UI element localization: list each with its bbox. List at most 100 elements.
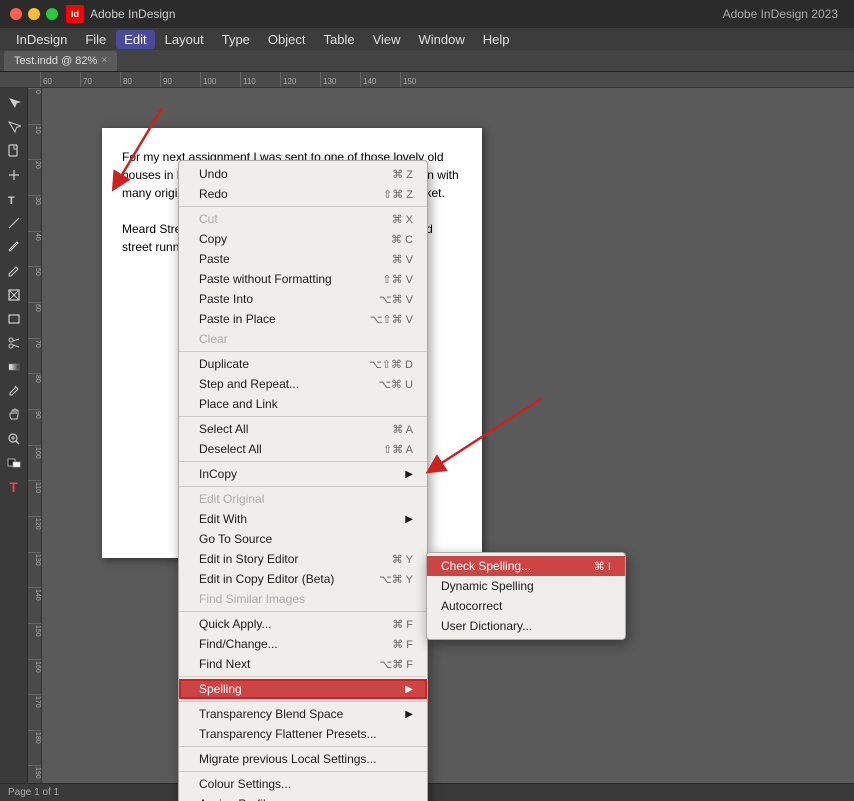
menu-item-undo[interactable]: Undo ⌘ Z [179, 164, 427, 184]
menu-item-cut[interactable]: Cut ⌘ X [179, 209, 427, 229]
ruler-v-60: 60 [28, 302, 41, 338]
menu-item-incopy[interactable]: InCopy ▶ [179, 464, 427, 484]
traffic-lights [10, 8, 58, 20]
page-tool[interactable] [3, 140, 25, 162]
ruler-mark: 100 [200, 72, 240, 87]
menu-sep-6 [179, 611, 427, 612]
menu-item-spelling[interactable]: Spelling ▶ [179, 679, 427, 699]
spelling-user-dictionary[interactable]: User Dictionary... [427, 616, 625, 636]
title-bar: Id Adobe InDesign Adobe InDesign 2023 [0, 0, 854, 28]
menu-item-clear[interactable]: Clear [179, 329, 427, 349]
menu-edit[interactable]: Edit [116, 30, 154, 49]
type-indicator: T [3, 476, 25, 498]
menu-item-paste[interactable]: Paste ⌘ V [179, 249, 427, 269]
eyedropper-tool[interactable] [3, 380, 25, 402]
menu-sep-1 [179, 206, 427, 207]
menu-item-paste-in-place[interactable]: Paste in Place ⌥⇧⌘ V [179, 309, 427, 329]
ruler-v-80: 80 [28, 373, 41, 409]
canvas-area[interactable]: For my next assignment I was sent to one… [42, 88, 854, 801]
menu-help[interactable]: Help [475, 30, 518, 49]
hand-tool[interactable] [3, 404, 25, 426]
menu-sep-2 [179, 351, 427, 352]
direct-selection-tool[interactable] [3, 116, 25, 138]
menu-window[interactable]: Window [411, 30, 473, 49]
menu-item-edit-copy-editor[interactable]: Edit in Copy Editor (Beta) ⌥⌘ Y [179, 569, 427, 589]
menu-item-quick-apply[interactable]: Quick Apply... ⌘ F [179, 614, 427, 634]
menu-file[interactable]: File [77, 30, 114, 49]
menu-item-find-similar[interactable]: Find Similar Images [179, 589, 427, 609]
main-area: T [0, 88, 854, 801]
pencil-tool[interactable] [3, 260, 25, 282]
edit-menu-dropdown: Undo ⌘ Z Redo ⇧⌘ Z Cut ⌘ X Copy ⌘ C Past… [178, 160, 428, 801]
menu-object[interactable]: Object [260, 30, 314, 49]
tab-test[interactable]: Test.indd @ 82% × [4, 51, 117, 71]
ruler-v-100: 100 [28, 445, 41, 481]
gap-tool[interactable] [3, 164, 25, 186]
text-tool[interactable]: T [3, 188, 25, 210]
ruler-v-150: 150 [28, 623, 41, 659]
menu-item-duplicate[interactable]: Duplicate ⌥⇧⌘ D [179, 354, 427, 374]
menu-item-edit-original[interactable]: Edit Original [179, 489, 427, 509]
ruler-marks: 60 70 80 90 100 110 120 130 140 150 [40, 72, 440, 87]
menu-item-edit-with[interactable]: Edit With ▶ [179, 509, 427, 529]
ruler-mark: 120 [280, 72, 320, 87]
menu-item-transparency-flattener[interactable]: Transparency Flattener Presets... [179, 724, 427, 744]
ruler-mark: 140 [360, 72, 400, 87]
tab-close-button[interactable]: × [101, 55, 107, 66]
menu-item-assign-profiles[interactable]: Assign Profiles... [179, 794, 427, 801]
menu-item-select-all[interactable]: Select All ⌘ A [179, 419, 427, 439]
menu-layout[interactable]: Layout [157, 30, 212, 49]
menu-item-step-repeat[interactable]: Step and Repeat... ⌥⌘ U [179, 374, 427, 394]
ruler-v-40: 40 [28, 231, 41, 267]
spelling-dynamic[interactable]: Dynamic Spelling [427, 576, 625, 596]
ruler-v-120: 120 [28, 516, 41, 552]
menu-item-copy[interactable]: Copy ⌘ C [179, 229, 427, 249]
menu-item-edit-story[interactable]: Edit in Story Editor ⌘ Y [179, 549, 427, 569]
gradient-tool[interactable] [3, 356, 25, 378]
menu-item-colour-settings[interactable]: Colour Settings... [179, 774, 427, 794]
ruler-v-10: 10 [28, 124, 41, 160]
zoom-tool[interactable] [3, 428, 25, 450]
ruler-v-180: 180 [28, 730, 41, 766]
menu-item-redo[interactable]: Redo ⇧⌘ Z [179, 184, 427, 204]
menu-item-find-change[interactable]: Find/Change... ⌘ F [179, 634, 427, 654]
menu-type[interactable]: Type [214, 30, 258, 49]
close-button[interactable] [10, 8, 22, 20]
tab-label: Test.indd @ 82% [14, 55, 97, 67]
ruler-v-130: 130 [28, 552, 41, 588]
tab-bar: Test.indd @ 82% × [0, 50, 854, 72]
menu-indesign[interactable]: InDesign [8, 30, 75, 49]
status-text: Page 1 of 1 [8, 787, 59, 798]
rectangle-tool[interactable] [3, 308, 25, 330]
maximize-button[interactable] [46, 8, 58, 20]
fill-stroke-indicator[interactable] [3, 452, 25, 474]
menu-item-place-link[interactable]: Place and Link [179, 394, 427, 414]
menu-item-paste-into[interactable]: Paste Into ⌥⌘ V [179, 289, 427, 309]
selection-tool[interactable] [3, 92, 25, 114]
left-toolbar: T [0, 88, 28, 801]
menu-item-paste-without-formatting[interactable]: Paste without Formatting ⇧⌘ V [179, 269, 427, 289]
menu-item-go-to-source[interactable]: Go To Source [179, 529, 427, 549]
spelling-check[interactable]: Check Spelling... ⌘ I [427, 556, 625, 576]
menu-sep-7 [179, 676, 427, 677]
minimize-button[interactable] [28, 8, 40, 20]
rectangle-frame-tool[interactable] [3, 284, 25, 306]
ruler-v-160: 160 [28, 659, 41, 695]
pen-tool[interactable] [3, 236, 25, 258]
menu-table[interactable]: Table [315, 30, 362, 49]
scissors-tool[interactable] [3, 332, 25, 354]
ruler-v-0: 0 [28, 88, 41, 124]
line-tool[interactable] [3, 212, 25, 234]
ruler-v-170: 170 [28, 694, 41, 730]
menu-item-transparency-blend[interactable]: Transparency Blend Space ▶ [179, 704, 427, 724]
menu-item-migrate[interactable]: Migrate previous Local Settings... [179, 749, 427, 769]
ruler-v-140: 140 [28, 587, 41, 623]
ruler-v-110: 110 [28, 480, 41, 516]
menu-item-deselect-all[interactable]: Deselect All ⇧⌘ A [179, 439, 427, 459]
menu-view[interactable]: View [365, 30, 409, 49]
menu-sep-5 [179, 486, 427, 487]
window-title: Adobe InDesign 2023 [723, 7, 838, 21]
spelling-autocorrect[interactable]: Autocorrect [427, 596, 625, 616]
menu-sep-8 [179, 701, 427, 702]
menu-item-find-next[interactable]: Find Next ⌥⌘ F [179, 654, 427, 674]
